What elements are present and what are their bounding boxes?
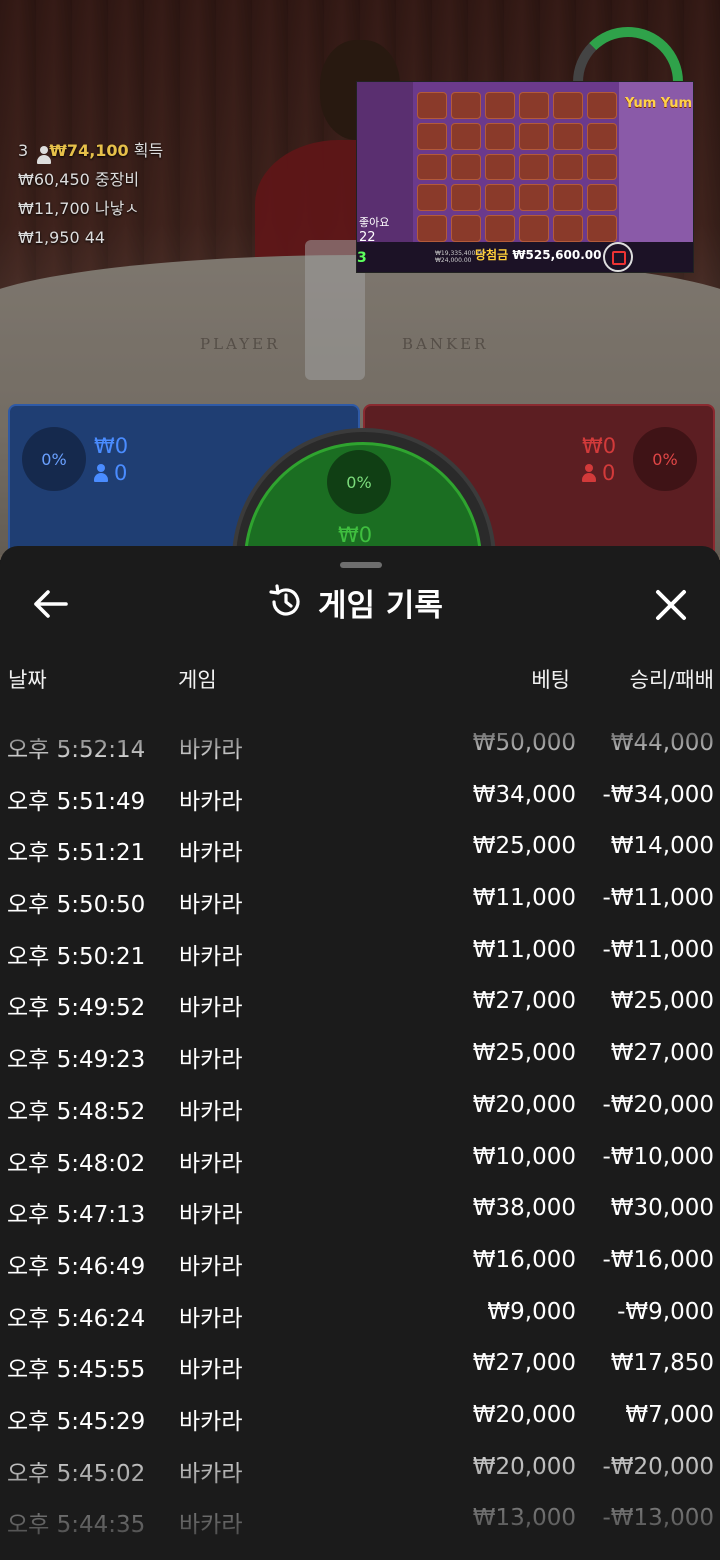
player-percent: 0% [22,427,86,491]
slot-counter: 3 [357,250,367,266]
table-row[interactable]: 오후 5:50:50 바카라 ₩11,000 -₩11,000 [0,885,720,937]
winner-line: ₩60,450 중장비 [18,170,140,189]
table-row[interactable]: 오후 5:50:21 바카라 ₩11,000 -₩11,000 [0,937,720,989]
column-header-result: 승리/패배 [629,668,714,692]
likes: 좋아요 22 [359,216,390,245]
back-button[interactable] [30,584,72,624]
table-row[interactable]: 오후 5:48:52 바카라 ₩20,000 -₩20,000 [0,1092,720,1144]
total-win-amount: ₩74,100 [49,141,129,160]
table-row[interactable]: 오후 5:48:02 바카라 ₩10,000 -₩10,000 [0,1144,720,1196]
winners-count: 3 [18,141,29,160]
sheet-title: 게임 기록 [318,587,443,624]
column-header-bet: 베팅 [531,668,570,692]
winner-line: ₩1,950 44 [18,228,106,247]
player-count: 0 [114,461,128,485]
winner-line: ₩11,700 나낳ㅅ [18,199,140,218]
table-row[interactable]: 오후 5:52:14 바카라 ₩50,000 ₩44,000 [0,730,720,782]
close-button[interactable] [648,582,694,628]
tie-amount: ₩0 [338,523,373,547]
table-row[interactable]: 오후 5:45:02 바카라 ₩20,000 -₩20,000 [0,1454,720,1506]
back-arrow-icon [34,590,68,618]
slot-reels [417,92,617,242]
table-row[interactable]: 오후 5:46:49 바카라 ₩16,000 -₩16,000 [0,1247,720,1299]
banker-percent: 0% [633,427,697,491]
table-row[interactable]: 오후 5:51:49 바카라 ₩34,000 -₩34,000 [0,782,720,834]
banker-count: 0 [602,461,616,485]
sheet-header: 게임 기록 [268,580,443,624]
person-icon [37,146,52,164]
stop-icon[interactable] [603,242,633,272]
banker-stats: ₩0 0 [582,433,616,487]
table-row[interactable]: 오후 5:49:52 바카라 ₩27,000 ₩25,000 [0,988,720,1040]
person-icon [582,464,596,482]
total-win-label: 획득 [133,141,164,160]
history-clock-icon [269,584,300,616]
winnings-stats: 3 ₩74,100 획득 ₩60,450 중장비 ₩11,700 나낳ㅅ ₩1,… [18,136,163,252]
history-list[interactable]: 오후 5:52:14 바카라 ₩50,000 ₩44,000 오후 5:51:49 바카… [0,730,720,1557]
table-row[interactable]: 오후 5:44:35 바카라 ₩13,000 -₩13,000 [0,1505,720,1557]
table-row[interactable]: 오후 5:46:24 바카라 ₩9,000 -₩9,000 [0,1299,720,1351]
column-header-game: 게임 [178,668,217,692]
player-amount: ₩0 [94,434,129,458]
table-row[interactable]: 오후 5:47:13 바카라 ₩38,000 ₩30,000 [0,1195,720,1247]
player-stats: ₩0 0 [94,433,128,487]
table-row[interactable]: 오후 5:49:23 바카라 ₩25,000 ₩27,000 [0,1040,720,1092]
tie-percent: 0% [327,450,391,514]
table-row[interactable]: 오후 5:45:55 바카라 ₩27,000 ₩17,850 [0,1350,720,1402]
person-icon [94,464,108,482]
table-row[interactable]: 오후 5:51:21 바카라 ₩25,000 ₩14,000 [0,833,720,885]
table-row[interactable]: 오후 5:45:29 바카라 ₩20,000 ₩7,000 [0,1402,720,1454]
banker-amount: ₩0 [582,434,617,458]
close-icon [656,590,686,620]
slot-logo: Yum Yum [625,96,693,111]
slot-win: 당첨금 ₩525,600.00 [475,248,602,262]
drag-handle[interactable] [340,562,382,568]
slot-game-overlay[interactable]: Yum Yum 좋아요 22 3 ₩19,335,400.00 ₩24,000.… [356,81,694,273]
column-header-date: 날짜 [8,668,47,692]
game-history-sheet: 게임 기록 날짜 게임 베팅 승리/패배 오후 5:52:14 바카라 ₩50,00… [0,546,720,1560]
